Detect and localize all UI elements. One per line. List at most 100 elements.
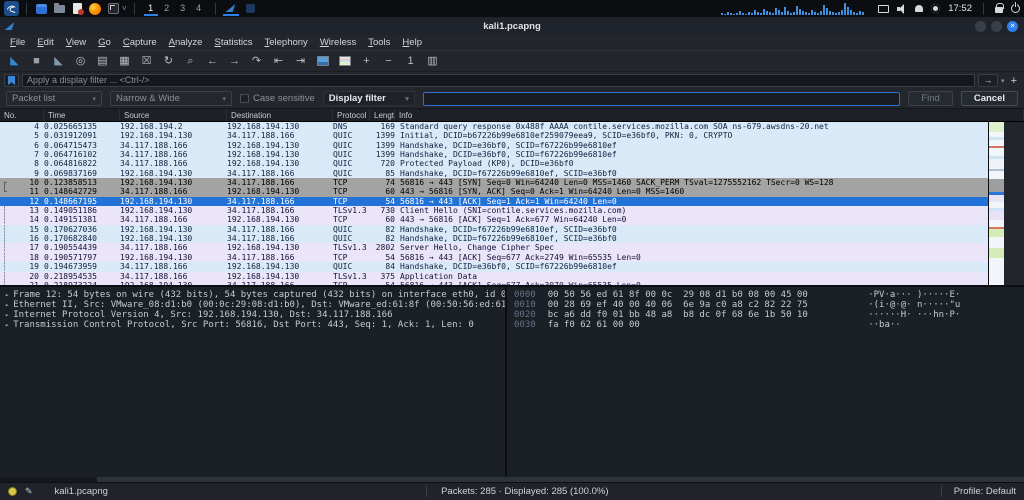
packet-row-8[interactable]: 80.06481682234.117.188.166192.168.194.13… — [0, 159, 988, 168]
workspace-4[interactable]: 4 — [192, 1, 206, 16]
menu-telephony[interactable]: Telephony — [259, 37, 314, 48]
menu-statistics[interactable]: Statistics — [208, 37, 258, 48]
volume-icon[interactable] — [897, 4, 907, 14]
text-editor-icon[interactable] — [70, 2, 84, 16]
add-filter-button[interactable]: + — [1008, 75, 1020, 87]
save-file-button[interactable]: ▦ — [114, 52, 135, 70]
column-header-info[interactable]: Info — [395, 109, 1024, 121]
kali-menu-button[interactable] — [4, 1, 19, 16]
packet-row-21[interactable]: ┆210.218973224192.168.194.13034.117.188.… — [0, 281, 988, 285]
colorize-packets-button[interactable] — [312, 52, 333, 70]
menu-capture[interactable]: Capture — [117, 37, 163, 48]
packet-row-10[interactable]: ┌100.123858513192.168.194.13034.117.188.… — [0, 178, 988, 187]
charset-dropdown[interactable]: Narrow & Wide▾ — [110, 91, 232, 106]
expert-info-icon[interactable] — [8, 487, 17, 496]
detail-row-1[interactable]: ▸Ethernet II, Src: VMware_08:d1:b0 (00:0… — [5, 300, 505, 310]
find-button[interactable]: Find — [908, 91, 952, 106]
expand-arrow-icon[interactable]: ▸ — [5, 291, 9, 299]
detail-row-3[interactable]: ▸Transmission Control Protocol, Src Port… — [5, 320, 505, 330]
packet-row-7[interactable]: 70.06471610234.117.188.166192.168.194.13… — [0, 150, 988, 159]
packet-row-17[interactable]: ┆170.19055443934.117.188.166192.168.194.… — [0, 243, 988, 252]
open-file-button[interactable]: ▤ — [92, 52, 113, 70]
workspace-1[interactable]: 1 — [144, 1, 158, 16]
go-to-packet-button[interactable]: ↷ — [246, 52, 267, 70]
menu-go[interactable]: Go — [92, 37, 117, 48]
close-button[interactable]: ✕ — [1007, 21, 1018, 32]
record-icon[interactable] — [931, 4, 940, 13]
filter-bookmark-button[interactable] — [4, 74, 19, 87]
packet-row-11[interactable]: └110.14864272934.117.188.166192.168.194.… — [0, 187, 988, 196]
find-input[interactable] — [423, 92, 901, 106]
zoom-out-button[interactable]: − — [378, 52, 399, 70]
menu-edit[interactable]: Edit — [31, 37, 59, 48]
terminal-icon[interactable] — [34, 2, 48, 16]
start-capture-button[interactable]: ◣ — [4, 52, 25, 70]
packet-row-15[interactable]: ┆150.170627036192.168.194.13034.117.188.… — [0, 225, 988, 234]
capture-options-button[interactable]: ◎ — [70, 52, 91, 70]
taskbar-window-wireshark[interactable] — [223, 1, 239, 16]
column-header-source[interactable]: Source — [120, 109, 227, 121]
go-forward-button[interactable]: → — [224, 52, 245, 70]
go-first-packet-button[interactable]: ⇤ — [268, 52, 289, 70]
packet-row-19[interactable]: ┆190.19467395934.117.188.166192.168.194.… — [0, 262, 988, 271]
lock-icon[interactable] — [995, 4, 1003, 13]
packet-list-scrollbar[interactable] — [988, 122, 1004, 285]
restart-capture-button[interactable]: ◣ — [48, 52, 69, 70]
resize-columns-button[interactable]: ▥ — [422, 52, 443, 70]
column-header-destination[interactable]: Destination — [227, 109, 333, 121]
column-header-no[interactable]: No. — [0, 109, 44, 121]
status-profile[interactable]: Profile: Default — [941, 486, 1016, 497]
expand-arrow-icon[interactable]: ▸ — [5, 311, 9, 319]
app-window-icon[interactable] — [243, 1, 259, 16]
capture-comment-icon[interactable]: ✎ — [25, 486, 33, 497]
menu-analyze[interactable]: Analyze — [163, 37, 209, 48]
search-type-dropdown[interactable]: Display filter▾ — [323, 91, 415, 106]
packet-row-16[interactable]: ┆160.170682840192.168.194.13034.117.188.… — [0, 234, 988, 243]
packet-row-5[interactable]: 50.031912091192.168.194.13034.117.188.16… — [0, 131, 988, 140]
search-scope-dropdown[interactable]: Packet list▾ — [6, 91, 102, 106]
go-back-button[interactable]: ← — [202, 52, 223, 70]
cancel-button[interactable]: Cancel — [961, 91, 1018, 106]
display-filter-input[interactable]: Apply a display filter ... <Ctrl-/> — [22, 74, 975, 87]
expand-arrow-icon[interactable]: ▸ — [5, 321, 9, 329]
column-header-length[interactable]: Length — [370, 109, 395, 121]
detail-row-2[interactable]: ▸Internet Protocol Version 4, Src: 192.1… — [5, 310, 505, 320]
chevron-down-icon[interactable]: ˅ — [122, 4, 127, 13]
column-header-protocol[interactable]: Protocol — [333, 109, 370, 121]
packet-row-14[interactable]: ┆140.14915138134.117.188.166192.168.194.… — [0, 215, 988, 224]
notifications-icon[interactable] — [915, 5, 923, 12]
packet-row-6[interactable]: 60.06471547334.117.188.166192.168.194.13… — [0, 141, 988, 150]
menu-file[interactable]: File — [4, 37, 31, 48]
screenshot-tool-icon[interactable] — [106, 2, 120, 16]
case-sensitive-checkbox[interactable]: Case sensitive — [240, 93, 315, 104]
close-file-button[interactable]: ☒ — [136, 52, 157, 70]
menu-help[interactable]: Help — [396, 37, 428, 48]
clock[interactable]: 17:52 — [948, 3, 972, 14]
hex-row-0010[interactable]: 001000 28 69 ef 40 00 40 06 6e 9a c0 a8 … — [514, 300, 1024, 310]
maximize-button[interactable] — [991, 21, 1002, 32]
detail-row-0[interactable]: ▸Frame 12: 54 bytes on wire (432 bits), … — [5, 290, 505, 300]
coloring-rules-button[interactable] — [334, 52, 355, 70]
packet-row-9[interactable]: 90.069837169192.168.194.13034.117.188.16… — [0, 169, 988, 178]
file-manager-icon[interactable] — [52, 2, 66, 16]
packet-row-4[interactable]: 40.025665135192.168.194.2192.168.194.130… — [0, 122, 988, 131]
packet-row-20[interactable]: ┆200.21895453534.117.188.166192.168.194.… — [0, 272, 988, 281]
workspace-2[interactable]: 2 — [160, 1, 174, 16]
hex-row-0000[interactable]: 000000 50 56 ed 61 8f 00 0c 29 08 d1 b0 … — [514, 290, 1024, 300]
filter-dropdown-caret[interactable]: ▾ — [1001, 77, 1005, 85]
zoom-original-button[interactable]: 1 — [400, 52, 421, 70]
packet-row-12[interactable]: 120.148667195192.168.194.13034.117.188.1… — [0, 197, 988, 206]
apply-filter-button[interactable]: → — [978, 74, 998, 87]
go-last-packet-button[interactable]: ⇥ — [290, 52, 311, 70]
menu-wireless[interactable]: Wireless — [314, 37, 362, 48]
zoom-in-button[interactable]: + — [356, 52, 377, 70]
packet-row-18[interactable]: ┆180.190571797192.168.194.13034.117.188.… — [0, 253, 988, 262]
minimize-button[interactable] — [975, 21, 986, 32]
firefox-icon[interactable] — [88, 2, 102, 16]
hex-row-0020[interactable]: 0020bc a6 dd f0 01 bb 48 a8 b8 dc 0f 68 … — [514, 310, 1024, 320]
expand-arrow-icon[interactable]: ▸ — [5, 301, 9, 309]
menu-tools[interactable]: Tools — [362, 37, 396, 48]
reload-file-button[interactable]: ↻ — [158, 52, 179, 70]
hex-row-0030[interactable]: 0030fa f0 62 61 00 00 ··ba·· — [514, 320, 1024, 330]
packet-row-13[interactable]: ┆130.149051186192.168.194.13034.117.188.… — [0, 206, 988, 215]
